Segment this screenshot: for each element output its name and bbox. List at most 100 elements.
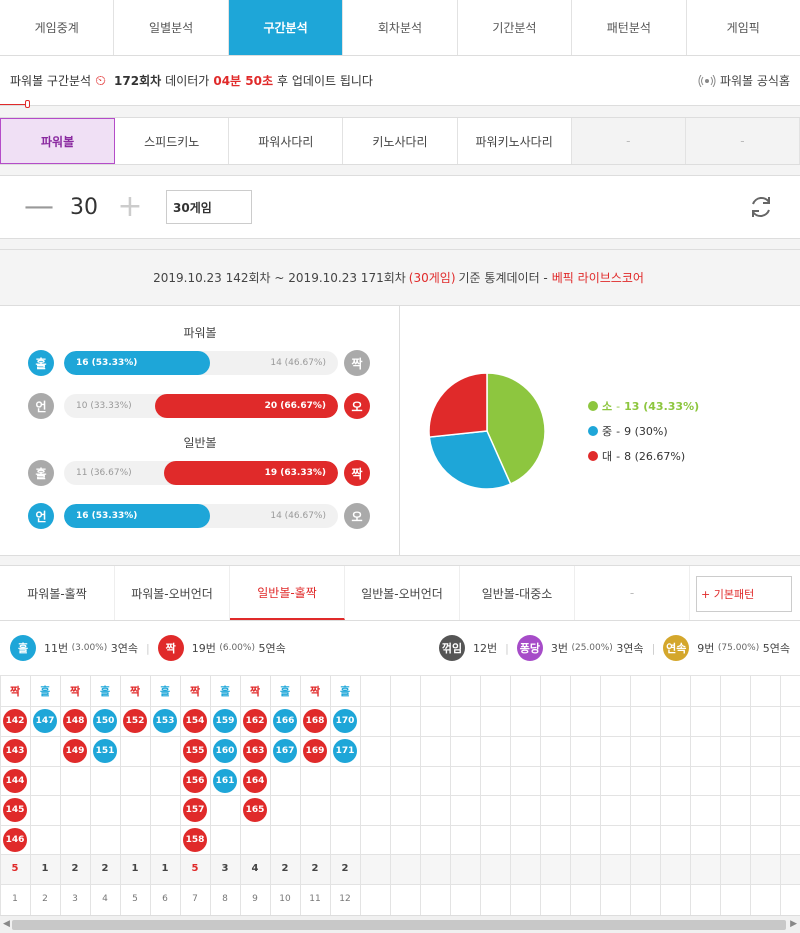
right-ball: 짝 — [344, 350, 370, 376]
tab-powerball-overunder[interactable]: 파워볼-오버언더 — [115, 566, 230, 620]
round-ball: 168 — [303, 709, 327, 733]
streak-count: 1 — [41, 863, 49, 874]
grid-line — [0, 825, 800, 826]
grid-line — [0, 884, 800, 885]
streak-count: 2 — [281, 863, 289, 874]
tab-interval-analysis[interactable]: 구간분석 — [228, 0, 344, 55]
livescore-link[interactable]: 베픽 라이브스코어 — [552, 269, 644, 286]
tab-normalball-size[interactable]: 일반볼-대중소 — [460, 566, 575, 620]
notice-mid: 데이터가 — [165, 74, 210, 88]
tab-powerkeno-ladder[interactable]: 파워키노사다리 — [458, 118, 572, 164]
round-ball: 143 — [3, 739, 27, 763]
tab-game-pick[interactable]: 게임픽 — [687, 0, 800, 55]
column-head: 홀 — [279, 685, 291, 698]
legend-dot-medium — [588, 426, 598, 436]
tab-normalball-overunder[interactable]: 일반볼-오버언더 — [345, 566, 460, 620]
ratio-fill: 16 (53.33%) — [64, 504, 211, 528]
pattern-grid: 짝 142 143 144 145 146 5 홀 147 1 짝 148 149 2 홀 150 151 2 짝 1… — [0, 675, 800, 916]
column-index: 11 — [309, 894, 321, 904]
column-head: 짝 — [69, 685, 81, 698]
ratio-rest: 14 (46.67%) — [270, 511, 326, 521]
ratio-rest: 14 (46.67%) — [270, 358, 326, 368]
horizontal-scrollbar[interactable]: ◀ ▶ — [0, 915, 800, 933]
game-count-value: 30 — [70, 194, 98, 220]
column-head: 짝 — [189, 685, 201, 698]
main-nav: 게임중계 일별분석 구간분석 회차분석 기간분석 패턴분석 게임픽 — [0, 0, 800, 56]
scroll-thumb[interactable] — [12, 920, 786, 930]
notice-time: 04분 50초 — [213, 74, 274, 88]
left-ball: 홀 — [28, 350, 54, 376]
game-count-control: — 30 + 30게임 — [0, 175, 800, 239]
ratio-track: 11 (36.67%) 19 (63.33%) — [64, 461, 338, 485]
odd-badge: 홀 — [10, 635, 36, 661]
stats-range: 2019.10.23 142회차 ~ 2019.10.23 171회차 — [153, 271, 406, 285]
round-ball: 147 — [33, 709, 57, 733]
tab-power-ladder[interactable]: 파워사다리 — [229, 118, 344, 164]
round-ball: 155 — [183, 739, 207, 763]
game-tabs: 파워볼 스피드키노 파워사다리 키노사다리 파워키노사다리 - - — [0, 117, 800, 165]
legend-large: 대 - 8 (26.67%) — [588, 448, 685, 464]
increase-button[interactable]: + — [116, 192, 144, 222]
game-count-select[interactable]: 30게임 — [166, 190, 252, 224]
column-index: 3 — [72, 894, 78, 904]
break-count: 12번 — [473, 642, 498, 655]
tab-period-analysis[interactable]: 기간분석 — [458, 0, 573, 55]
powerball-group-title: 파워볼 — [183, 326, 217, 340]
round-ball: 171 — [333, 739, 357, 763]
even-pct: (6.00%) — [219, 643, 255, 653]
stats-game-count: (30게임) — [408, 271, 456, 285]
stats-header: 2019.10.23 142회차 ~ 2019.10.23 171회차 (30게… — [0, 250, 800, 306]
tab-keno-ladder[interactable]: 키노사다리 — [343, 118, 458, 164]
refresh-icon[interactable] — [746, 192, 776, 222]
legend-large-label: 대 — [602, 450, 613, 463]
scroll-left-icon[interactable]: ◀ — [3, 919, 10, 929]
notice-round: 172회차 — [114, 74, 162, 88]
round-ball: 166 — [273, 709, 297, 733]
tab-speedkeno[interactable]: 스피드키노 — [115, 118, 230, 164]
decrease-button[interactable]: — — [24, 192, 54, 222]
even-streak: 5연속 — [258, 642, 286, 655]
round-ball: 146 — [3, 828, 27, 852]
basic-pattern-button[interactable]: + 기본패턴 — [696, 576, 792, 612]
tab-powerball-oddeven[interactable]: 파워볼-홀짝 — [0, 566, 115, 620]
tab-powerball[interactable]: 파워볼 — [0, 118, 116, 164]
grid-line — [0, 854, 800, 855]
pattern-tabs: 파워볼-홀짝 파워볼-오버언더 일반볼-홀짝 일반볼-오버언더 일반볼-대중소 … — [0, 565, 800, 621]
tab-empty-2: - — [685, 118, 800, 164]
legend-dot-small — [588, 401, 598, 411]
round-ball: 157 — [183, 798, 207, 822]
round-ball: 150 — [93, 709, 117, 733]
legend-large-value: 8 (26.67%) — [624, 449, 686, 463]
column-index: 7 — [192, 894, 198, 904]
pong-streak: 3연속 — [616, 642, 644, 655]
legend-medium-value: 9 (30%) — [624, 424, 668, 438]
pong-count: 3번 — [550, 642, 568, 655]
round-ball: 145 — [3, 798, 27, 822]
clock-icon: ⏲ — [95, 72, 107, 89]
round-ball: 167 — [273, 739, 297, 763]
column-head: 홀 — [159, 685, 171, 698]
official-home-link[interactable]: 파워볼 공식홈 — [698, 72, 790, 89]
streak-count: 5 — [11, 863, 19, 874]
ratio-track: 14 (46.67%) 16 (53.33%) — [64, 504, 338, 528]
column-head: 짝 — [9, 685, 21, 698]
round-ball: 151 — [93, 739, 117, 763]
round-ball: 170 — [333, 709, 357, 733]
round-ball: 158 — [183, 828, 207, 852]
tab-round-analysis[interactable]: 회차분석 — [343, 0, 458, 55]
notice-prefix: 파워볼 구간분석 — [10, 74, 92, 88]
tab-game-broadcast[interactable]: 게임중계 — [0, 0, 115, 55]
round-ball: 163 — [243, 739, 267, 763]
tab-pattern-analysis[interactable]: 패턴분석 — [572, 0, 687, 55]
even-count: 19번 — [191, 642, 216, 655]
tab-daily-analysis[interactable]: 일별분석 — [114, 0, 229, 55]
round-ball: 152 — [123, 709, 147, 733]
odd-streak: 3연속 — [110, 642, 138, 655]
scroll-right-icon[interactable]: ▶ — [790, 919, 797, 929]
legend-small-label: 소 — [602, 400, 613, 413]
notice-suffix: 후 업데이트 됩니다 — [277, 74, 373, 88]
ratio-track: 10 (33.33%) 20 (66.67%) — [64, 394, 338, 418]
odd-count: 11번 — [44, 642, 69, 655]
tab-normalball-oddeven[interactable]: 일반볼-홀짝 — [230, 566, 345, 620]
pie-stats: 소 - 13 (43.33%) 중 - 9 (30%) 대 - 8 (26.67… — [400, 306, 800, 556]
